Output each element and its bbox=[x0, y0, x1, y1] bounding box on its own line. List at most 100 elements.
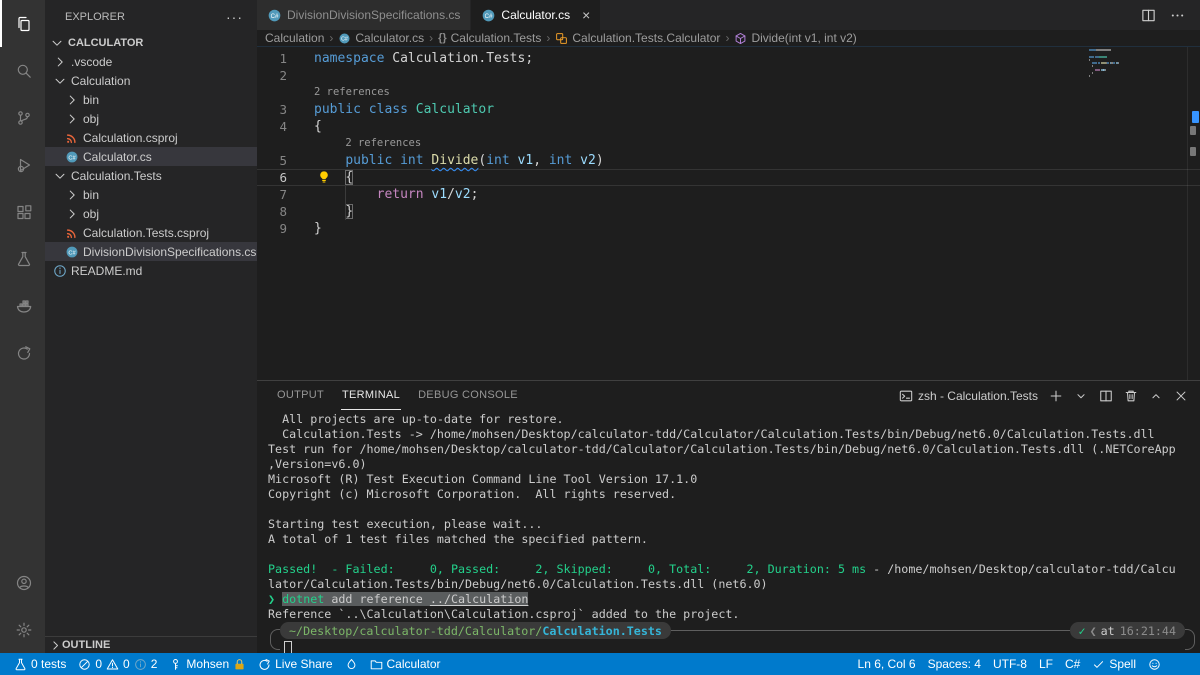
activity-settings-button[interactable] bbox=[0, 606, 45, 653]
code-line-1[interactable]: 1namespace Calculation.Tests; bbox=[257, 50, 1200, 67]
tree-item-calculation[interactable]: Calculation bbox=[45, 71, 257, 90]
more-actions-icon[interactable] bbox=[1170, 8, 1185, 23]
csharp-file-icon: C# bbox=[267, 8, 282, 23]
tree-item-calculation-tests-csproj[interactable]: Calculation.Tests.csproj bbox=[45, 223, 257, 242]
terminal-shell-select[interactable]: zsh - Calculation.Tests bbox=[899, 389, 1038, 403]
breadcrumb-item-calculation-tests-calculator[interactable]: Calculation.Tests.Calculator bbox=[555, 31, 720, 45]
status-problems[interactable]: 002 bbox=[72, 653, 163, 675]
tree-item-vscode[interactable]: .vscode bbox=[45, 52, 257, 71]
status-label: C# bbox=[1065, 657, 1080, 671]
minimap-line bbox=[1089, 75, 1184, 77]
panel-tab-output[interactable]: OUTPUT bbox=[276, 381, 325, 410]
tab-divisiondivisionspecifications-cs[interactable]: C#DivisionDivisionSpecifications.cs bbox=[257, 0, 471, 30]
status-spell-check[interactable]: Spell bbox=[1086, 653, 1142, 675]
kill-terminal-icon[interactable] bbox=[1124, 389, 1138, 403]
run-debug-icon bbox=[16, 157, 32, 173]
tree-item-bin[interactable]: bin bbox=[45, 185, 257, 204]
split-terminal-icon[interactable] bbox=[1099, 389, 1113, 403]
outline-section[interactable]: OUTLINE bbox=[45, 636, 257, 653]
terminal-dropdown-icon[interactable] bbox=[1074, 389, 1088, 403]
status-live-share[interactable]: Live Share bbox=[252, 653, 338, 675]
activity-testing-button[interactable] bbox=[0, 235, 45, 282]
code-line-4[interactable]: 4{ bbox=[257, 118, 1200, 135]
activity-extensions-button[interactable] bbox=[0, 188, 45, 235]
terminal-line: Passed! - Failed: 0, Passed: 2, Skipped:… bbox=[268, 562, 1200, 577]
minimap[interactable] bbox=[1089, 49, 1184, 79]
prompt-input-line[interactable] bbox=[284, 640, 292, 653]
activity-source-control-button[interactable] bbox=[0, 94, 45, 141]
line-number: 9 bbox=[257, 220, 303, 237]
code-token: lator/Calculation.Tests/bin/Debug/net6.0… bbox=[268, 577, 768, 591]
close-panel-icon[interactable] bbox=[1174, 389, 1188, 403]
code-line-2[interactable]: 2 bbox=[257, 67, 1200, 84]
status-notifications[interactable] bbox=[1167, 653, 1192, 675]
status-encoding[interactable]: UTF-8 bbox=[987, 653, 1033, 675]
tree-item-label: Calculator.cs bbox=[83, 150, 152, 164]
close-tab-icon[interactable]: × bbox=[582, 8, 590, 22]
tab-calculator-cs[interactable]: C#Calculator.cs× bbox=[471, 0, 601, 30]
code-line-8[interactable]: 8 } bbox=[257, 203, 1200, 220]
code-line-6[interactable]: 6 { bbox=[257, 169, 1200, 186]
activity-search-button[interactable] bbox=[0, 47, 45, 94]
activity-live-share-button[interactable] bbox=[0, 329, 45, 376]
code-editor[interactable]: 1namespace Calculation.Tests;22 referenc… bbox=[257, 47, 1200, 380]
code-token bbox=[408, 102, 416, 117]
activity-docker-button[interactable] bbox=[0, 282, 45, 329]
code-line-9[interactable]: 9} bbox=[257, 220, 1200, 237]
breadcrumb-item-divide-int-v1-int-v2[interactable]: Divide(int v1, int v2) bbox=[734, 31, 856, 45]
tree-item-readme-md[interactable]: README.md bbox=[45, 261, 257, 280]
tree-item-label: Calculation bbox=[71, 74, 130, 88]
tree-item-label: Calculation.csproj bbox=[83, 131, 178, 145]
status-tests[interactable]: 0 tests bbox=[8, 653, 72, 675]
minimap-line bbox=[1089, 69, 1184, 71]
panel-tab-debug-console[interactable]: DEBUG CONSOLE bbox=[417, 381, 519, 410]
terminal-output: All projects are up-to-date for restore.… bbox=[268, 412, 1200, 622]
activity-explorer-button[interactable] bbox=[0, 0, 45, 47]
source-control-icon bbox=[16, 110, 32, 126]
maximize-panel-icon[interactable] bbox=[1149, 389, 1163, 403]
status-indentation[interactable]: Spaces: 4 bbox=[922, 653, 987, 675]
breadcrumb-separator: › bbox=[723, 31, 731, 45]
activity-run-debug-button[interactable] bbox=[0, 141, 45, 188]
status-bar-left: 0 tests002MohsenLive Share Calculator bbox=[8, 653, 447, 675]
breadcrumb-item-calculator-cs[interactable]: C#Calculator.cs bbox=[338, 31, 424, 45]
code-line-5[interactable]: 5 public int Divide(int v1, int v2) bbox=[257, 152, 1200, 169]
code-line-3[interactable]: 3public class Calculator bbox=[257, 101, 1200, 118]
tree-item-divisiondivisionspecifications-cs[interactable]: C#DivisionDivisionSpecifications.cs bbox=[45, 242, 257, 261]
terminal[interactable]: All projects are up-to-date for restore.… bbox=[257, 410, 1200, 653]
tree-item-obj[interactable]: obj bbox=[45, 204, 257, 223]
status-azure-account[interactable]: Mohsen bbox=[163, 653, 252, 675]
overview-ruler[interactable] bbox=[1187, 47, 1200, 380]
breadcrumb-item-calculation[interactable]: Calculation bbox=[265, 31, 324, 45]
code-token: Calculator bbox=[416, 102, 494, 117]
new-terminal-icon[interactable] bbox=[1049, 389, 1063, 403]
status-language-mode[interactable]: C# bbox=[1059, 653, 1086, 675]
status-eol[interactable]: LF bbox=[1033, 653, 1059, 675]
status-cursor-position[interactable]: Ln 6, Col 6 bbox=[852, 653, 922, 675]
file-csproj-icon bbox=[64, 130, 80, 146]
codelens-references[interactable]: 2 references bbox=[257, 84, 1200, 101]
split-editor-icon[interactable] bbox=[1141, 8, 1156, 23]
status-azurite[interactable] bbox=[339, 653, 364, 675]
tree-item-calculation-tests[interactable]: Calculation.Tests bbox=[45, 166, 257, 185]
code-line-7[interactable]: 7 return v1/v2; bbox=[257, 186, 1200, 203]
code-token: v1 bbox=[431, 187, 447, 202]
status-workspace[interactable]: Calculator bbox=[364, 653, 447, 675]
breadcrumb-item-calculation-tests[interactable]: {}Calculation.Tests bbox=[438, 31, 541, 45]
tree-item-calculator-cs[interactable]: C#Calculator.cs bbox=[45, 147, 257, 166]
namespace-icon: {} bbox=[438, 32, 447, 44]
activity-accounts-button[interactable] bbox=[0, 559, 45, 606]
tree-item-bin[interactable]: bin bbox=[45, 90, 257, 109]
status-feedback[interactable] bbox=[1142, 653, 1167, 675]
tree-item-calculation-csproj[interactable]: Calculation.csproj bbox=[45, 128, 257, 147]
lightbulb-icon[interactable] bbox=[317, 170, 331, 184]
explorer-more-actions-button[interactable]: ··· bbox=[226, 9, 243, 25]
codelens-references[interactable]: 2 references bbox=[257, 135, 1200, 152]
tree-item-obj[interactable]: obj bbox=[45, 109, 257, 128]
code-token bbox=[314, 204, 345, 219]
tree-item-label: bin bbox=[83, 93, 99, 107]
tree-item-calculator[interactable]: CALCULATOR bbox=[45, 33, 257, 52]
status-bar-right: Ln 6, Col 6Spaces: 4UTF-8LF C# Spell bbox=[852, 653, 1192, 675]
panel-tab-terminal[interactable]: TERMINAL bbox=[341, 381, 401, 410]
code-token bbox=[314, 153, 345, 168]
